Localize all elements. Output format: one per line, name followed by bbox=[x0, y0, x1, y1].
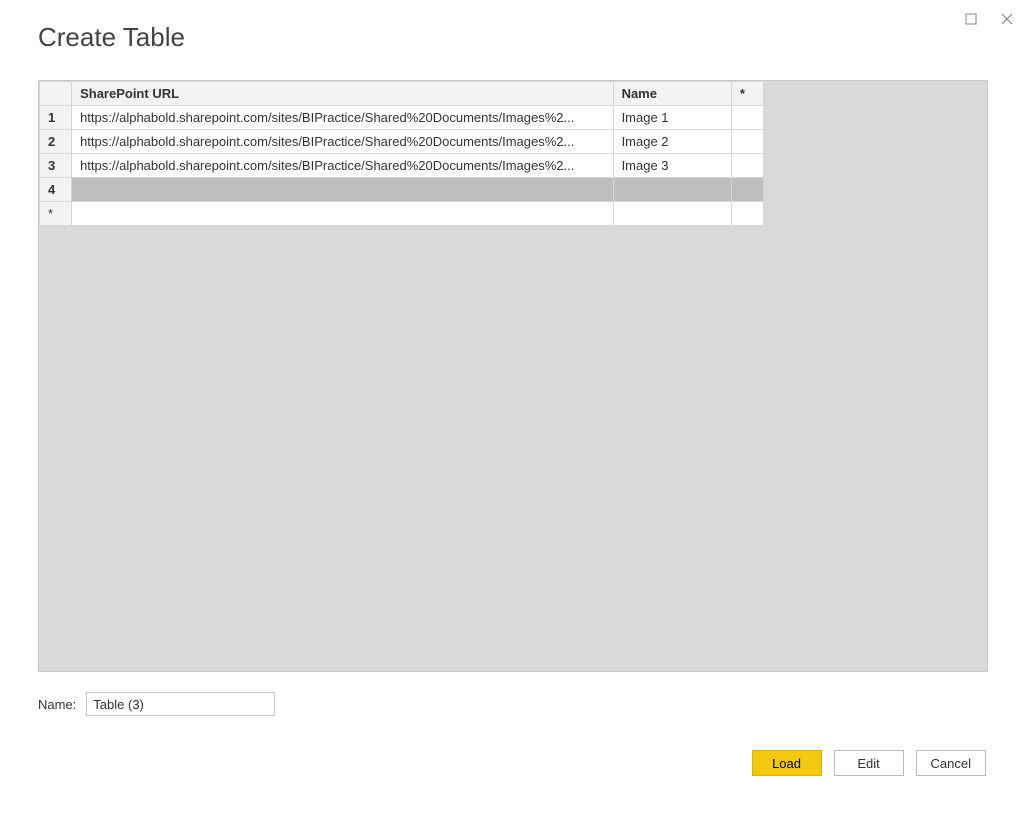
row-number: 3 bbox=[40, 154, 72, 178]
load-button[interactable]: Load bbox=[752, 750, 822, 776]
data-grid-area: SharePoint URL Name * 1 https://alphabol… bbox=[38, 80, 988, 672]
table-row-active[interactable]: 4 bbox=[40, 178, 764, 202]
cell-star[interactable] bbox=[731, 178, 763, 202]
cancel-button[interactable]: Cancel bbox=[916, 750, 986, 776]
column-header-url[interactable]: SharePoint URL bbox=[72, 82, 613, 106]
table-row[interactable]: 2 https://alphabold.sharepoint.com/sites… bbox=[40, 130, 764, 154]
cell-name[interactable]: Image 1 bbox=[613, 106, 731, 130]
cell-url[interactable]: https://alphabold.sharepoint.com/sites/B… bbox=[72, 154, 613, 178]
cell-star[interactable] bbox=[731, 202, 763, 226]
cell-name[interactable]: Image 2 bbox=[613, 130, 731, 154]
cell-star[interactable] bbox=[731, 154, 763, 178]
cell-url[interactable]: https://alphabold.sharepoint.com/sites/B… bbox=[72, 106, 613, 130]
maximize-button[interactable] bbox=[962, 10, 980, 28]
row-number: 1 bbox=[40, 106, 72, 130]
data-grid[interactable]: SharePoint URL Name * 1 https://alphabol… bbox=[39, 81, 764, 226]
table-name-input[interactable] bbox=[86, 692, 275, 716]
cell-name[interactable] bbox=[613, 178, 731, 202]
square-icon bbox=[965, 13, 977, 25]
cell-url[interactable] bbox=[72, 178, 613, 202]
cell-url[interactable]: https://alphabold.sharepoint.com/sites/B… bbox=[72, 130, 613, 154]
close-icon bbox=[1001, 13, 1013, 25]
cell-url[interactable] bbox=[72, 202, 613, 226]
row-number: 2 bbox=[40, 130, 72, 154]
dialog-title: Create Table bbox=[38, 22, 185, 53]
table-row[interactable]: 1 https://alphabold.sharepoint.com/sites… bbox=[40, 106, 764, 130]
cell-name[interactable]: Image 3 bbox=[613, 154, 731, 178]
create-table-dialog: Create Table SharePoint URL Name * 1 htt… bbox=[0, 0, 1024, 813]
cell-star[interactable] bbox=[731, 130, 763, 154]
table-row-new[interactable]: * bbox=[40, 202, 764, 226]
cell-star[interactable] bbox=[731, 106, 763, 130]
row-number: 4 bbox=[40, 178, 72, 202]
header-row: SharePoint URL Name * bbox=[40, 82, 764, 106]
window-controls bbox=[962, 10, 1016, 28]
table-row[interactable]: 3 https://alphabold.sharepoint.com/sites… bbox=[40, 154, 764, 178]
new-row-marker: * bbox=[40, 202, 72, 226]
edit-button[interactable]: Edit bbox=[834, 750, 904, 776]
table-name-row: Name: bbox=[38, 692, 275, 716]
row-number-header bbox=[40, 82, 72, 106]
name-label: Name: bbox=[38, 697, 76, 712]
close-button[interactable] bbox=[998, 10, 1016, 28]
dialog-buttons: Load Edit Cancel bbox=[752, 750, 986, 776]
column-header-name[interactable]: Name bbox=[613, 82, 731, 106]
cell-name[interactable] bbox=[613, 202, 731, 226]
column-header-star[interactable]: * bbox=[731, 82, 763, 106]
